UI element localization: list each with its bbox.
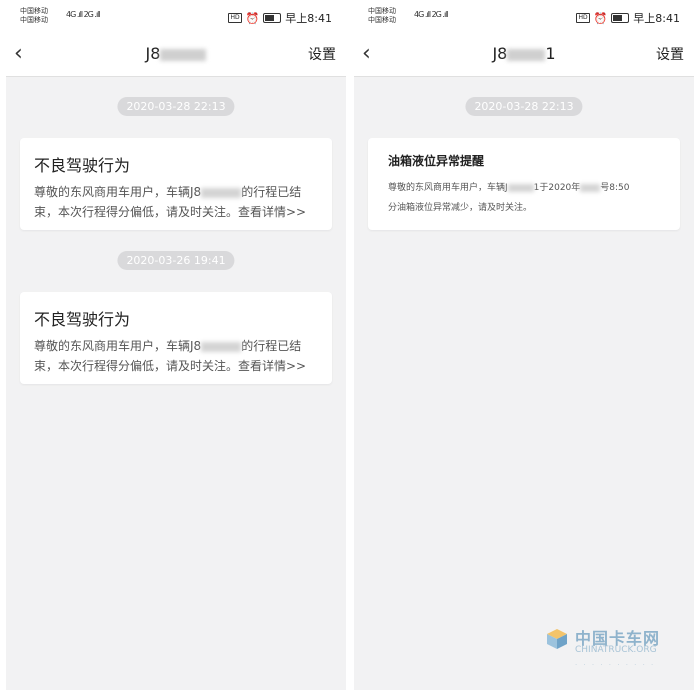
cube-icon — [547, 629, 567, 649]
message-body: 尊敬的东风商用车用户，车辆J 1于2020年 号8:50 分油箱液位异常减少，请及时… — [388, 178, 668, 218]
settings-button[interactable]: 设置 — [656, 44, 684, 64]
timestamp-badge: 2020-03-28 22:13 — [465, 97, 583, 116]
nav-bar: ‹ J8 设置 — [6, 34, 346, 77]
hd-icon: HD — [228, 13, 242, 23]
blurred-plate — [160, 48, 207, 61]
message-line-2: 束，本次行程得分偏低，请及时关注。查看详情>> — [34, 205, 307, 219]
message-body: 尊敬的东风商用车用户，车辆J8 的行程已结 束，本次行程得分偏低，请及时关注。查看… — [34, 336, 320, 376]
carrier-label: 中国移动 中国移动 — [20, 7, 48, 25]
message-line-1: 尊敬的东风商用车用户，车辆J8 的行程已结 — [34, 336, 320, 356]
carrier-1: 中国移动 — [20, 7, 48, 15]
blurred-plate — [507, 183, 534, 192]
message-title: 不良驾驶行为 — [34, 156, 131, 175]
alarm-icon: ⏰ — [593, 11, 608, 25]
carrier-label: 中国移动 中国移动 — [368, 7, 396, 25]
blurred-date — [580, 183, 601, 192]
watermark-tagline: · · · · · · · · · · — [575, 661, 656, 669]
message-line-2: 分油箱液位异常减少，请及时关注。 — [388, 203, 533, 213]
line-text: 尊敬的东风商用车用户，车辆J — [388, 183, 508, 193]
title-text: 1 — [545, 44, 556, 63]
clock-time: 早上8:41 — [633, 12, 680, 25]
line-text: 尊敬的东风商用车用户，车辆J8 — [34, 185, 202, 199]
message-body: 尊敬的东风商用车用户，车辆J8 的行程已结 束，本次行程得分偏低，请及时关注。查看… — [34, 182, 320, 222]
message-line-2: 束，本次行程得分偏低，请及时关注。查看详情>> — [34, 359, 307, 373]
carrier-2: 中国移动 — [20, 16, 48, 24]
watermark-logo: 中国卡车网 CHINATRUCK.ORG · · · · · · · · · · — [545, 625, 685, 675]
line-text: 尊敬的东风商用车用户，车辆J8 — [34, 339, 202, 353]
timestamp-badge: 2020-03-28 22:13 — [117, 97, 235, 116]
message-card[interactable]: 油箱液位异常提醒 尊敬的东风商用车用户，车辆J 1于2020年 号8:50 分油箱液… — [368, 138, 680, 230]
timestamp-badge: 2020-03-26 19:41 — [117, 251, 235, 270]
battery-icon — [263, 13, 282, 23]
left-screen: 中国移动 中国移动 4G .ıll 2G .ıll HD ⏰ 早上8:41 ‹ … — [6, 0, 346, 690]
signal-icon: 4G .ıll 2G .ıll — [414, 10, 449, 19]
blurred-plate — [201, 341, 242, 352]
line-text: 的行程已结 — [241, 185, 302, 199]
clock-time: 早上8:41 — [285, 12, 332, 25]
battery-icon — [611, 13, 630, 23]
page-title: J8 1 — [354, 44, 694, 63]
message-line-1: 尊敬的东风商用车用户，车辆J8 的行程已结 — [34, 182, 320, 202]
message-line-1: 尊敬的东风商用车用户，车辆J 1于2020年 号8:50 — [388, 178, 668, 198]
status-indicators: HD ⏰ 早上8:41 — [228, 10, 332, 26]
title-text: J8 — [492, 44, 508, 63]
signal-icon: 4G .ıll 2G .ıll — [66, 10, 101, 19]
carrier-2: 中国移动 — [368, 16, 396, 24]
line-text: 的行程已结 — [241, 339, 302, 353]
carrier-1: 中国移动 — [368, 7, 396, 15]
nav-bar: ‹ J8 1 设置 — [354, 34, 694, 77]
settings-button[interactable]: 设置 — [308, 44, 336, 64]
alarm-icon: ⏰ — [245, 11, 260, 25]
blurred-plate — [507, 48, 546, 61]
message-title: 不良驾驶行为 — [34, 310, 131, 329]
right-screen: 中国移动 中国移动 4G .ıll 2G .ıll HD ⏰ 早上8:41 ‹ … — [354, 0, 694, 690]
hd-icon: HD — [576, 13, 590, 23]
status-indicators: HD ⏰ 早上8:41 — [576, 10, 680, 26]
blurred-plate — [201, 187, 242, 198]
status-bar: 中国移动 中国移动 4G .ıll 2G .ıll HD ⏰ 早上8:41 — [354, 0, 694, 34]
page-title: J8 — [6, 44, 346, 63]
status-bar: 中国移动 中国移动 4G .ıll 2G .ıll HD ⏰ 早上8:41 — [6, 0, 346, 34]
message-title: 油箱液位异常提醒 — [388, 154, 485, 168]
line-text: 1于2020年 — [533, 183, 581, 193]
title-text: J8 — [145, 44, 161, 63]
message-card[interactable]: 不良驾驶行为 尊敬的东风商用车用户，车辆J8 的行程已结 束，本次行程得分偏低，请… — [20, 138, 332, 230]
watermark-en: CHINATRUCK.ORG — [575, 645, 657, 655]
message-card[interactable]: 不良驾驶行为 尊敬的东风商用车用户，车辆J8 的行程已结 束，本次行程得分偏低，请… — [20, 292, 332, 384]
line-text: 号8:50 — [600, 183, 630, 193]
